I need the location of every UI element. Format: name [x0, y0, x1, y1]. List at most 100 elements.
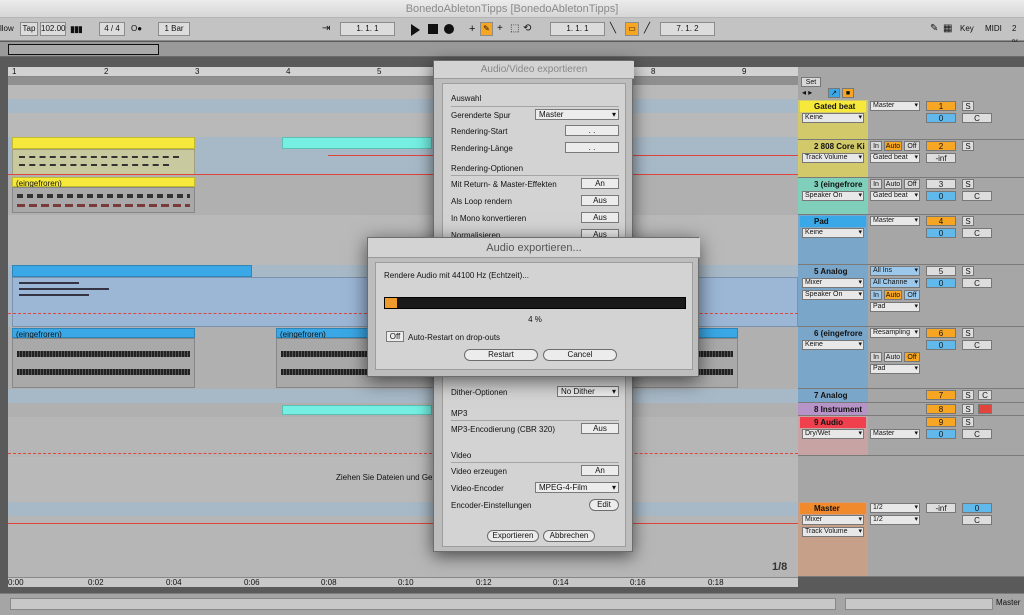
solo-button[interactable]: S — [962, 101, 974, 111]
encoder-settings-button[interactable]: Edit — [589, 499, 619, 511]
track-number[interactable]: 2 — [926, 141, 956, 151]
key-map-button[interactable]: Key — [960, 22, 974, 36]
input-type-select[interactable]: Resampling — [870, 328, 920, 338]
record-icon[interactable] — [444, 24, 454, 34]
automation-arm-icon[interactable]: ✎ — [480, 22, 493, 36]
volume-field[interactable]: 0 — [926, 278, 956, 288]
cue-volume-field[interactable]: 0 — [962, 503, 992, 513]
loop-toggle[interactable]: Aus — [581, 195, 619, 206]
in-button[interactable]: In — [870, 179, 882, 189]
nudge-icon[interactable]: ▮▮▮ — [70, 22, 84, 36]
output-select[interactable]: Master — [870, 216, 920, 226]
pan-field[interactable]: C — [978, 390, 992, 400]
midi-clip[interactable] — [12, 265, 252, 277]
audio-clip-body[interactable] — [12, 338, 195, 388]
in-button[interactable]: In — [870, 352, 882, 362]
device-param-select[interactable]: Dry/Wet — [802, 429, 864, 439]
volume-field[interactable]: -inf — [926, 153, 956, 163]
device-param-select[interactable]: Track Volume — [802, 153, 864, 163]
pan-field[interactable]: C — [962, 228, 992, 238]
master-track[interactable]: Master Mixer Track Volume 1/2 1/2 -inf 0… — [798, 502, 1024, 577]
track-number[interactable]: 8 — [926, 404, 956, 414]
device-param-select[interactable]: Speaker On — [802, 290, 864, 300]
device-param-select[interactable]: Track Volume — [802, 527, 864, 537]
track-input-select[interactable]: Keine — [802, 340, 864, 350]
device-select[interactable]: Mixer — [802, 278, 864, 288]
solo-button[interactable]: S — [962, 141, 974, 151]
set-button[interactable]: Set — [801, 77, 821, 87]
punch-in-icon[interactable]: ╲ — [610, 22, 616, 36]
input-type-select[interactable]: All Ins — [870, 266, 920, 276]
loop-switch-icon[interactable]: ⟲ — [523, 22, 531, 36]
arrangement-position-field[interactable]: 1. 1. 1 — [340, 22, 395, 36]
return-master-toggle[interactable]: An — [581, 178, 619, 189]
audio-clip-body[interactable] — [12, 187, 195, 213]
midi-clip[interactable] — [12, 137, 195, 149]
quantize-select[interactable]: 1 Bar — [158, 22, 190, 36]
in-button[interactable]: In — [870, 290, 882, 300]
time-signature-field[interactable]: 4 / 4 — [99, 22, 125, 36]
loop-icon[interactable]: ▭ — [625, 22, 639, 36]
video-encoder-select[interactable]: MPEG-4-Film — [535, 482, 619, 493]
mixer-track[interactable]: Gated beat Keine Master 1 S 0 C — [798, 100, 1024, 140]
track-name[interactable]: 8 Instrument — [800, 404, 866, 415]
frozen-clip[interactable]: (eingefroren) — [12, 177, 195, 188]
track-number[interactable]: 6 — [926, 328, 956, 338]
stop-icon[interactable] — [428, 24, 438, 34]
input-channel-select[interactable]: All Channe — [870, 278, 920, 288]
off-button[interactable]: Off — [904, 352, 920, 362]
track-lane[interactable] — [8, 417, 798, 457]
keyboard-icon[interactable]: ▦ — [943, 22, 952, 36]
track-name[interactable]: 7 Analog — [800, 390, 866, 401]
device-select[interactable]: Mixer — [802, 515, 864, 525]
track-number[interactable]: 5 — [926, 266, 956, 276]
cancel-export-button[interactable]: Abbrechen — [543, 530, 595, 542]
volume-field[interactable]: 0 — [926, 228, 956, 238]
track-name[interactable]: 6 (eingefrore — [800, 328, 866, 339]
solo-button[interactable]: S — [962, 266, 974, 276]
rendered-track-select[interactable]: Master — [535, 109, 619, 120]
output-select[interactable]: Gated beat — [870, 191, 920, 201]
overdub-icon[interactable]: + — [469, 22, 475, 36]
device-param-select[interactable]: Speaker On — [802, 191, 864, 201]
volume-field[interactable]: 0 — [926, 191, 956, 201]
track-name[interactable]: Gated beat — [800, 101, 866, 112]
midi-map-button[interactable]: MIDI — [985, 22, 1002, 36]
volume-field[interactable]: 0 — [926, 113, 956, 123]
volume-field[interactable]: 0 — [926, 429, 956, 439]
bar-ruler[interactable]: 1 2 3 4 5 8 9 — [8, 67, 798, 77]
pan-field[interactable]: C — [962, 515, 992, 525]
draw-mode-icon[interactable]: ✎ — [930, 22, 938, 36]
play-icon[interactable] — [411, 24, 420, 36]
track-input-select[interactable]: Keine — [802, 228, 864, 238]
track-number[interactable]: 4 — [926, 216, 956, 226]
output-select[interactable]: Master — [870, 429, 920, 439]
export-button[interactable]: Exportieren — [487, 530, 539, 542]
pan-field[interactable]: C — [962, 429, 992, 439]
time-ruler[interactable]: 0:00 0:02 0:04 0:06 0:08 0:10 0:12 0:14 … — [8, 577, 798, 587]
mixer-track[interactable]: Pad Keine Master 4 S 0 C — [798, 215, 1024, 265]
mixer-track[interactable]: 5 Analog Mixer Speaker On All Ins All Ch… — [798, 265, 1024, 327]
solo-button[interactable]: S — [962, 390, 974, 400]
pan-field[interactable]: C — [962, 191, 992, 201]
track-number[interactable]: 1 — [926, 101, 956, 111]
mp3-cbr-toggle[interactable]: Aus — [581, 423, 619, 434]
track-input-select[interactable]: Keine — [802, 113, 864, 123]
overview-viewport[interactable] — [8, 44, 159, 55]
tap-button[interactable]: Tap — [20, 22, 38, 36]
loop-length-field[interactable]: 7. 1. 2 — [660, 22, 715, 36]
track-name[interactable]: Pad — [800, 216, 866, 227]
capture-icon[interactable]: ⬚ — [510, 22, 519, 36]
output-select[interactable]: Master — [870, 101, 920, 111]
mixer-track[interactable]: 3 (eingefrore Speaker On In Auto Off Gat… — [798, 178, 1024, 215]
master-automation-line[interactable] — [8, 523, 798, 524]
auto-button[interactable]: Auto — [884, 141, 902, 151]
automation-line[interactable] — [8, 174, 798, 175]
track-lane[interactable] — [8, 99, 798, 113]
solo-button[interactable]: S — [962, 216, 974, 226]
create-video-toggle[interactable]: An — [581, 465, 619, 476]
mixer-track[interactable]: 8 Instrument 8 S — [798, 403, 1024, 416]
mixer-track[interactable]: 6 (eingefrore Keine Resampling In Auto O… — [798, 327, 1024, 389]
off-button[interactable]: Off — [904, 290, 920, 300]
back-to-arrangement-icon[interactable]: + — [497, 22, 503, 36]
